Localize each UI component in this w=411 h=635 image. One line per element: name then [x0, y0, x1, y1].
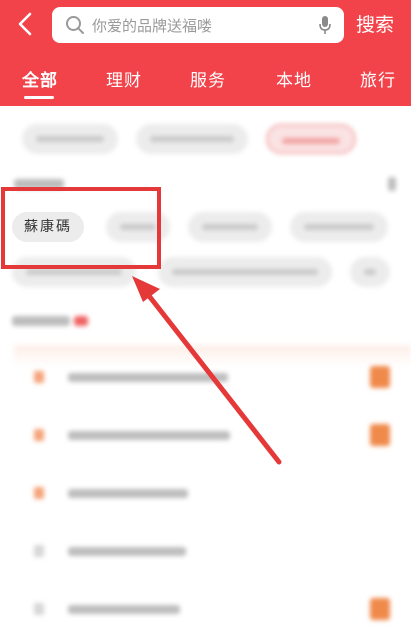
history-chip[interactable] — [22, 124, 118, 154]
list-item[interactable] — [0, 590, 411, 630]
list-item[interactable] — [0, 474, 411, 514]
hot-search-chip[interactable] — [290, 212, 388, 242]
microphone-icon[interactable] — [318, 15, 332, 35]
hot-search-chip[interactable] — [158, 257, 332, 287]
search-icon — [66, 16, 84, 34]
tab-finance[interactable]: 理财 — [106, 66, 142, 91]
history-chip[interactable] — [266, 124, 356, 154]
annotation-box — [1, 187, 161, 269]
search-placeholder: 你爱的品牌送福喽 — [92, 17, 213, 35]
hot-badge — [74, 316, 88, 326]
back-button[interactable] — [12, 8, 40, 40]
hot-list-title — [12, 316, 70, 326]
list-item[interactable] — [0, 532, 411, 572]
list-item[interactable] — [0, 416, 411, 456]
category-tabs: 全部 理财 服务 本地 旅行 — [0, 60, 411, 100]
hot-search-chip[interactable] — [188, 212, 272, 242]
search-button[interactable]: 搜索 — [356, 10, 394, 37]
tab-local[interactable]: 本地 — [276, 66, 312, 91]
more-chip[interactable] — [350, 257, 390, 287]
tab-services[interactable]: 服务 — [190, 66, 226, 91]
search-input[interactable]: 你爱的品牌送福喽 — [52, 7, 344, 43]
history-chip[interactable] — [136, 124, 248, 154]
active-tab-indicator — [24, 96, 54, 99]
tab-all[interactable]: 全部 — [22, 66, 58, 91]
tab-travel[interactable]: 旅行 — [360, 66, 396, 91]
section-action-icon[interactable] — [388, 177, 396, 191]
list-item[interactable] — [0, 358, 411, 398]
app-header: 你爱的品牌送福喽 搜索 全部 理财 服务 本地 旅行 — [0, 0, 411, 106]
back-icon — [18, 12, 32, 36]
